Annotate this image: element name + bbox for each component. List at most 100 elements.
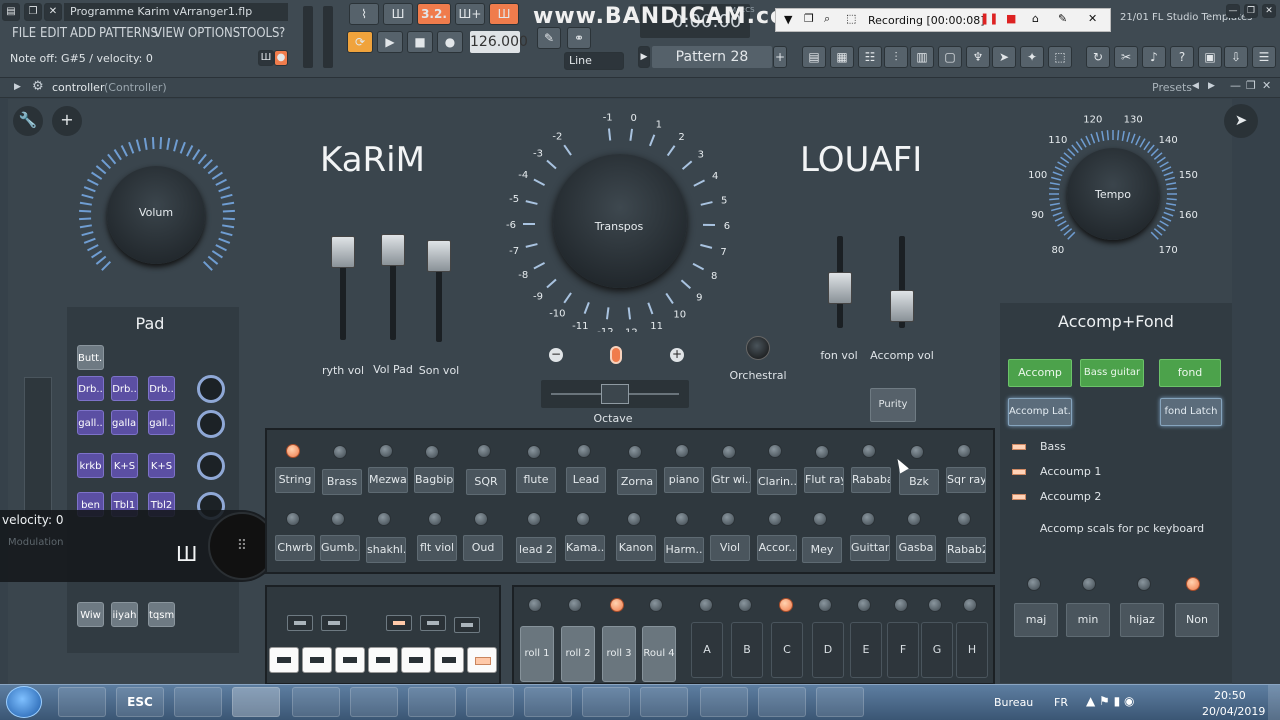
inst-button-r2-8[interactable]: Kanon (616, 535, 656, 561)
snap-select[interactable]: Line (564, 52, 624, 70)
pad-button-16[interactable]: tqsm (148, 602, 175, 627)
white-key-7[interactable] (467, 647, 497, 673)
white-key-1[interactable] (269, 647, 299, 673)
rec-close-icon[interactable]: ✕ (1088, 12, 1097, 25)
taskbar-utorrent[interactable] (524, 687, 572, 717)
view-browser-icon[interactable]: ▥ (910, 46, 934, 68)
add-pattern-icon[interactable]: + (773, 46, 787, 68)
fl-minimize-icon[interactable]: — (1226, 4, 1240, 18)
pad-button-14[interactable]: Wiw (77, 602, 104, 627)
bass-guitar-button[interactable]: Bass guitar (1080, 359, 1144, 387)
fl-close-icon[interactable]: ✕ (1262, 4, 1276, 18)
taskbar-app-12[interactable] (700, 687, 748, 717)
inst-button-r2-3[interactable]: shakhl.. (366, 537, 406, 563)
accomp-latch-button[interactable]: Accomp Lat.. (1008, 398, 1072, 426)
scale-maj-button[interactable]: maj (1014, 603, 1058, 637)
rec-target-icon[interactable]: ⬚ (846, 12, 856, 25)
restore-icon[interactable]: ❐ (24, 3, 42, 21)
inst-led-r1-3[interactable] (379, 444, 393, 458)
save-icon[interactable]: ▣ (1198, 46, 1222, 68)
plugin-min-icon[interactable]: — (1230, 79, 1241, 92)
taskbar-app-13[interactable] (758, 687, 806, 717)
taskbar-app-10[interactable] (582, 687, 630, 717)
roll-led-6[interactable] (738, 598, 752, 612)
purity-button[interactable]: Purity S.. (870, 388, 916, 422)
inst-button-r1-8[interactable]: Zorna (617, 469, 657, 495)
presets-label[interactable]: Presets (1152, 81, 1192, 94)
inst-button-r2-12[interactable]: Mey (802, 537, 842, 563)
pad-button-8[interactable]: krkb (77, 453, 104, 478)
roll-led-3[interactable] (610, 598, 624, 612)
inst-led-r2-13[interactable] (861, 512, 875, 526)
scale-min-button[interactable]: min (1066, 603, 1110, 637)
taskbar-app-11[interactable] (640, 687, 688, 717)
blend-notes-icon[interactable]: Ш+ (455, 3, 485, 25)
taskbar-app-3[interactable] (174, 687, 222, 717)
mini-key-2[interactable] (321, 615, 347, 631)
fon-vol-fader[interactable] (828, 272, 852, 304)
tray-desktop[interactable]: Bureau (994, 696, 1033, 709)
inst-led-r2-7[interactable] (576, 512, 590, 526)
view-bird-icon[interactable]: ➤ (992, 46, 1016, 68)
accomp-button[interactable]: Accomp (1008, 359, 1072, 387)
roll-button-2[interactable]: roll 2 (561, 626, 595, 682)
note-button-b[interactable]: B (731, 622, 763, 678)
search-icon[interactable]: ⌕ (824, 12, 830, 26)
inst-led-r1-2[interactable] (333, 445, 347, 459)
fl-restore-icon[interactable]: ❐ (1244, 4, 1258, 18)
scale-led-maj[interactable] (1027, 577, 1041, 591)
pad-knob-2[interactable] (197, 410, 225, 438)
accomp-vol-fader[interactable] (890, 290, 914, 322)
menu-tools[interactable]: TOOLS (240, 26, 280, 41)
loop-icon[interactable]: ⟳ (347, 31, 373, 53)
taskbar-fl-studio[interactable] (232, 687, 280, 717)
roll-led-5[interactable] (699, 598, 713, 612)
wrench-button[interactable]: 🔧 (13, 106, 43, 136)
orchestral-knob[interactable] (746, 336, 770, 360)
white-key-4[interactable] (368, 647, 398, 673)
inst-led-r2-11[interactable] (768, 512, 782, 526)
preset-next-icon[interactable]: ▶ (1208, 81, 1215, 91)
inst-button-r2-15[interactable]: Rabab2 (946, 537, 986, 563)
mic-record-icon[interactable]: ♪ (1142, 46, 1166, 68)
inst-led-r1-11[interactable] (768, 444, 782, 458)
inst-led-r2-6[interactable] (527, 512, 541, 526)
pad-button-2[interactable]: Drb.. (77, 376, 104, 401)
inst-button-r1-2[interactable]: Brass (322, 469, 362, 495)
pad-button-4[interactable]: Drb.. (148, 376, 175, 401)
plugin-close-icon[interactable]: ✕ (1262, 79, 1271, 92)
check-accoump-2-box[interactable] (1012, 494, 1026, 500)
inst-led-r2-5[interactable] (474, 512, 488, 526)
roll-led-8[interactable] (818, 598, 832, 612)
tray-lang[interactable]: FR (1054, 696, 1068, 709)
octave-slider-thumb[interactable] (601, 384, 629, 404)
pen-icon[interactable]: ✎ (1058, 12, 1067, 25)
overlay-piano-icon[interactable]: Ш (176, 542, 197, 566)
note-button-f[interactable]: F (887, 622, 919, 678)
inst-button-r1-12[interactable]: Flut ray (804, 467, 844, 493)
roll-led-9[interactable] (857, 598, 871, 612)
mini-key-4[interactable] (420, 615, 446, 631)
pattern-prev-icon[interactable]: ▶ (638, 46, 650, 68)
piano-icon[interactable]: Ш (258, 50, 274, 66)
fond-button[interactable]: fond (1159, 359, 1221, 387)
plugin-restore-icon[interactable]: ❐ (1246, 79, 1256, 92)
menu-edit[interactable]: EDIT (40, 26, 67, 41)
roll-led-12[interactable] (963, 598, 977, 612)
refresh-icon[interactable]: ↻ (1086, 46, 1110, 68)
inst-button-r1-6[interactable]: flute (516, 467, 556, 493)
inst-led-r1-9[interactable] (675, 444, 689, 458)
transpose-minus[interactable]: − (549, 348, 563, 362)
close-icon[interactable]: ✕ (44, 3, 62, 21)
menu-view[interactable]: VIEW (154, 26, 184, 41)
white-key-6[interactable] (434, 647, 464, 673)
pad-button-9[interactable]: K+S (111, 453, 138, 478)
pad-button-1[interactable]: Butt.. (77, 345, 104, 370)
tool-brush-icon[interactable]: ✎ (537, 27, 561, 49)
taskbar-chrome[interactable] (350, 687, 398, 717)
roll-led-2[interactable] (568, 598, 582, 612)
fond-latch-button[interactable]: fond Latch (1160, 398, 1222, 426)
menu-file[interactable]: FILE (12, 26, 36, 41)
inst-led-r1-15[interactable] (957, 444, 971, 458)
inst-led-r1-1[interactable] (286, 444, 300, 458)
